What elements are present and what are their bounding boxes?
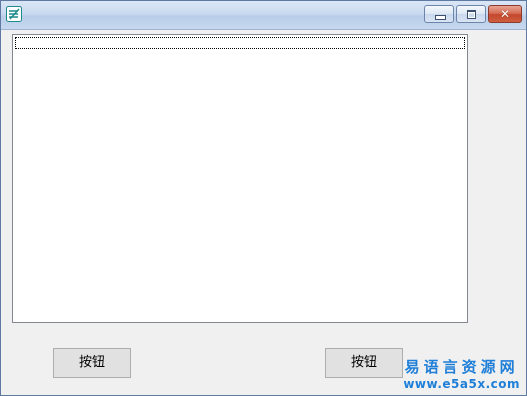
minimize-icon: [435, 15, 446, 20]
window-controls: ✕: [424, 5, 522, 23]
close-icon: ✕: [499, 7, 511, 21]
maximize-button[interactable]: [456, 5, 486, 23]
title-bar[interactable]: ✕: [1, 1, 526, 30]
watermark: 易语言资源网 www.e5a5x.com: [403, 357, 520, 391]
list-item[interactable]: [15, 37, 465, 49]
list-box[interactable]: [12, 34, 468, 323]
minimize-button[interactable]: [424, 5, 454, 23]
watermark-url: www.e5a5x.com: [403, 377, 520, 391]
app-logo-icon: [6, 6, 22, 22]
watermark-text: 易语言资源网: [404, 358, 519, 376]
main-window: ✕ 按钮 按钮 易语言资源网 www.e5a5x.com: [0, 0, 527, 396]
left-button[interactable]: 按钮: [53, 348, 131, 378]
right-button[interactable]: 按钮: [325, 348, 403, 378]
maximize-icon: [467, 10, 476, 19]
close-button[interactable]: ✕: [488, 5, 522, 23]
